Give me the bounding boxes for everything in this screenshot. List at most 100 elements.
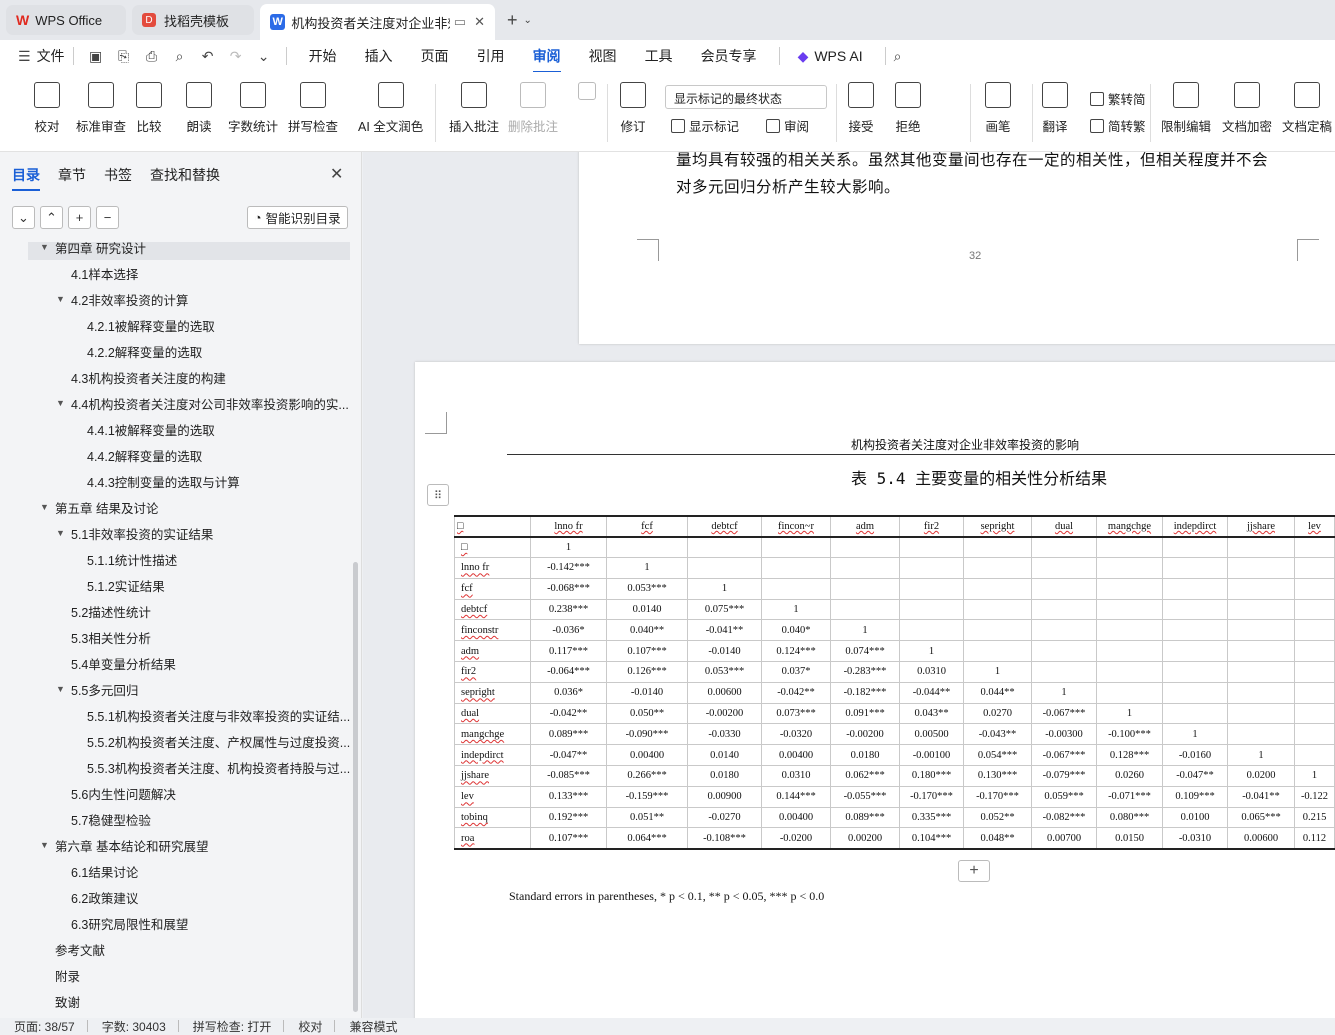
table-cell[interactable] xyxy=(1031,661,1097,683)
table-cell[interactable]: 1 xyxy=(1096,702,1163,725)
table-cell[interactable]: 0.00600 xyxy=(1227,827,1295,850)
row-label[interactable]: indepdirct xyxy=(454,744,531,767)
table-cell[interactable] xyxy=(830,536,900,559)
expand-caret-icon[interactable]: ▼ xyxy=(40,840,49,850)
table-cell[interactable]: 0.0260 xyxy=(1096,765,1163,787)
table-cell[interactable] xyxy=(687,536,762,559)
tab-document[interactable]: W机构投资者关注度对企业非效率▭✕ xyxy=(260,4,495,40)
table-cell[interactable]: 1 xyxy=(1031,681,1097,704)
table-cell[interactable]: -0.0270 xyxy=(687,806,762,829)
table-cell[interactable]: 0.048** xyxy=(963,827,1032,850)
toc-item[interactable]: 附录 xyxy=(55,962,350,988)
table-cell[interactable]: -0.043** xyxy=(963,723,1032,746)
table-cell[interactable] xyxy=(1227,557,1295,579)
table-cell[interactable]: -0.00200 xyxy=(830,723,900,746)
table-cell[interactable]: -0.055*** xyxy=(830,785,900,808)
table-cell[interactable]: 0.043** xyxy=(899,702,964,725)
toc-item[interactable]: 4.2.2解释变量的选取 xyxy=(87,338,350,364)
table-cell[interactable] xyxy=(1294,640,1335,663)
toc-item[interactable]: 第四章 研究设计 xyxy=(28,242,350,260)
standard-review-button[interactable]: 标准审查 xyxy=(76,82,126,135)
table-cell[interactable] xyxy=(1294,681,1335,704)
table-cell[interactable]: 0.0200 xyxy=(1227,765,1295,787)
close-sidebar-icon[interactable]: ✕ xyxy=(330,164,343,184)
row-label[interactable]: finconstr xyxy=(454,619,531,642)
column-header[interactable]: sepright xyxy=(963,515,1032,538)
show-markup-button[interactable]: 显示标记 xyxy=(671,116,739,135)
table-cell[interactable] xyxy=(761,557,831,579)
table-cell[interactable]: -0.00300 xyxy=(1031,723,1097,746)
table-cell[interactable]: 1 xyxy=(1162,723,1228,746)
new-tab-icon[interactable]: + xyxy=(507,10,518,31)
table-cell[interactable]: 0.107*** xyxy=(606,640,688,663)
table-cell[interactable]: -0.042** xyxy=(530,702,607,725)
more-chevron-icon[interactable]: ⌄ xyxy=(253,47,275,65)
table-cell[interactable] xyxy=(963,640,1032,663)
encrypt-button[interactable]: 文档加密 xyxy=(1222,82,1272,135)
table-cell[interactable] xyxy=(1162,681,1228,704)
table-drag-handle-icon[interactable]: ⠿ xyxy=(427,484,449,506)
expand-caret-icon[interactable]: ▼ xyxy=(40,242,49,252)
table-cell[interactable]: -0.090*** xyxy=(606,723,688,746)
expand-caret-icon[interactable]: ▼ xyxy=(56,684,65,694)
table-cell[interactable]: -0.044** xyxy=(899,681,964,704)
table-cell[interactable] xyxy=(830,577,900,600)
search-icon[interactable]: ⌕ xyxy=(894,48,902,65)
minus-icon[interactable]: − xyxy=(96,206,119,229)
table-cell[interactable]: 0.075*** xyxy=(687,598,762,621)
table-cell[interactable]: 0.080*** xyxy=(1096,806,1163,829)
table-cell[interactable]: 0.215 xyxy=(1294,806,1335,829)
table-cell[interactable]: -0.108*** xyxy=(687,827,762,850)
table-cell[interactable]: 0.238*** xyxy=(530,598,607,621)
table-cell[interactable] xyxy=(1294,557,1335,579)
toc-item[interactable]: 4.3机构投资者关注度的构建 xyxy=(71,364,350,390)
restrict-edit-button[interactable]: 限制编辑 xyxy=(1161,82,1211,135)
menu-tools[interactable]: 工具 xyxy=(645,46,673,66)
table-cell[interactable]: 0.00600 xyxy=(687,681,762,704)
table-cell[interactable] xyxy=(1096,681,1163,704)
toc-item[interactable]: 第六章 基本结论和研究展望 xyxy=(55,832,350,858)
table-cell[interactable]: 0.050** xyxy=(606,702,688,725)
table-cell[interactable] xyxy=(963,598,1032,621)
table-cell[interactable]: -0.0200 xyxy=(761,827,831,850)
table-cell[interactable]: 0.0180 xyxy=(687,765,762,787)
file-menu[interactable]: 文件 xyxy=(37,46,65,66)
table-cell[interactable]: 0.0100 xyxy=(1162,806,1228,829)
toc-item[interactable]: 4.2非效率投资的计算 xyxy=(71,286,350,312)
toc-item[interactable]: 第五章 结果及讨论 xyxy=(55,494,350,520)
row-label[interactable]: tobinq xyxy=(454,806,531,829)
table-cell[interactable] xyxy=(1227,619,1295,642)
row-label[interactable]: jjshare xyxy=(454,765,531,787)
table-cell[interactable]: 0.062*** xyxy=(830,765,900,787)
menu-insert[interactable]: 插入 xyxy=(365,46,393,66)
row-label[interactable]: adm xyxy=(454,640,531,663)
table-cell[interactable] xyxy=(1294,619,1335,642)
tab-bookmarks[interactable]: 书签 xyxy=(104,165,132,185)
export-icon[interactable]: ⎘ xyxy=(113,47,135,65)
row-label[interactable]: lnno fr xyxy=(454,557,531,579)
table-cell[interactable]: 0.00700 xyxy=(1031,827,1097,850)
table-cell[interactable]: -0.047** xyxy=(1162,765,1228,787)
toc-item[interactable]: 5.7稳健型检验 xyxy=(71,806,350,832)
toc-item[interactable]: 5.5多元回归 xyxy=(71,676,350,702)
print-icon[interactable]: ⎙ xyxy=(141,47,163,65)
table-cell[interactable]: -0.122 xyxy=(1294,785,1335,808)
table-cell[interactable]: -0.085*** xyxy=(530,765,607,787)
table-cell[interactable] xyxy=(761,536,831,559)
row-label[interactable]: fcf xyxy=(454,577,531,600)
table-cell[interactable]: 0.00400 xyxy=(761,806,831,829)
table-cell[interactable]: 0.089*** xyxy=(830,806,900,829)
table-cell[interactable] xyxy=(1031,557,1097,579)
table-cell[interactable]: 0.130*** xyxy=(963,765,1032,787)
table-cell[interactable]: 1 xyxy=(761,598,831,621)
row-label[interactable]: □ xyxy=(454,536,531,559)
table-cell[interactable]: 0.037* xyxy=(761,661,831,683)
table-cell[interactable] xyxy=(1096,640,1163,663)
table-cell[interactable]: -0.0310 xyxy=(1162,827,1228,850)
tab-find-replace[interactable]: 查找和替换 xyxy=(150,165,220,185)
correlation-table[interactable]: □ lnno fr fcf debtcf fincon~r adm fir2 sepright… xyxy=(454,515,1335,850)
toc-item[interactable]: 5.1.1统计性描述 xyxy=(87,546,350,572)
toc-item[interactable]: 6.2政策建议 xyxy=(71,884,350,910)
table-cell[interactable]: 0.064*** xyxy=(606,827,688,850)
pen-button[interactable]: 画笔 xyxy=(985,82,1011,135)
